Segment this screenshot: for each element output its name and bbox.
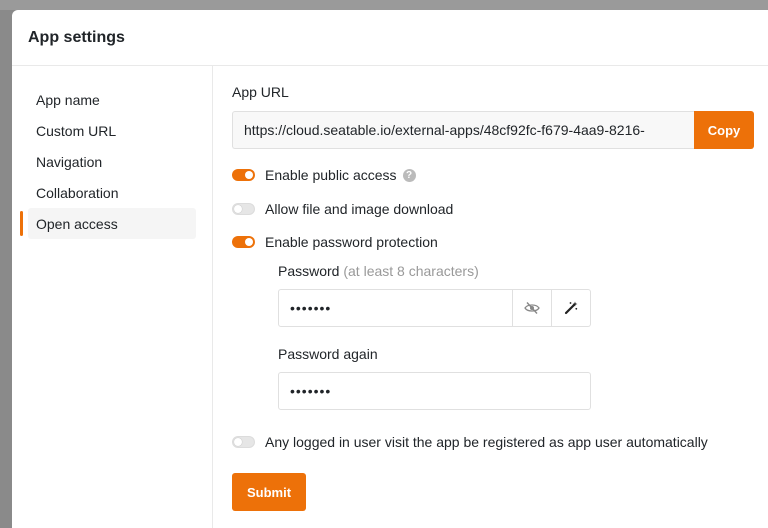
sidebar-item-open-access[interactable]: Open access — [20, 208, 196, 239]
password-protection-toggle[interactable] — [232, 236, 255, 248]
auto-register-label: Any logged in user visit the app be regi… — [265, 434, 708, 450]
submit-button[interactable]: Submit — [232, 473, 306, 511]
file-download-label: Allow file and image download — [265, 201, 454, 217]
password-protection-label: Enable password protection — [265, 234, 438, 250]
app-settings-dialog: App settings App name Custom URL Navigat… — [12, 10, 768, 528]
sidebar-item-app-name[interactable]: App name — [28, 84, 196, 115]
sidebar-item-label: Collaboration — [36, 184, 119, 201]
public-access-toggle[interactable] — [232, 169, 255, 181]
generate-password-button[interactable] — [552, 289, 591, 327]
open-access-panel: App URL Copy Enable public access ? Allo… — [213, 66, 768, 528]
copy-button[interactable]: Copy — [694, 111, 754, 149]
file-download-toggle[interactable] — [232, 203, 255, 215]
sidebar-item-label: Custom URL — [36, 122, 117, 139]
sidebar-item-custom-url[interactable]: Custom URL — [28, 115, 196, 146]
dialog-header: App settings — [12, 10, 768, 66]
sidebar-item-label: App name — [36, 91, 100, 108]
auto-register-row: Any logged in user visit the app be regi… — [232, 432, 768, 452]
sidebar-item-label: Open access — [36, 215, 118, 232]
app-url-field[interactable] — [232, 111, 694, 149]
password-label: Password (at least 8 characters) — [278, 263, 479, 279]
question-circle-icon[interactable]: ? — [402, 168, 416, 182]
password-input[interactable] — [278, 289, 513, 327]
password-again-label: Password again — [278, 346, 378, 362]
sidebar-item-collaboration[interactable]: Collaboration — [28, 177, 196, 208]
dialog-body: App name Custom URL Navigation Collabora… — [12, 66, 768, 528]
toggle-password-visibility-button[interactable] — [513, 289, 552, 327]
password-again-input[interactable] — [278, 372, 591, 410]
app-url-group: Copy — [232, 111, 754, 149]
password-hint: (at least 8 characters) — [343, 263, 479, 279]
sidebar-item-navigation[interactable]: Navigation — [28, 146, 196, 177]
password-input-group — [278, 289, 591, 327]
settings-sidebar: App name Custom URL Navigation Collabora… — [12, 66, 213, 528]
public-access-row: Enable public access ? — [232, 165, 768, 185]
public-access-label: Enable public access — [265, 167, 397, 183]
file-download-row: Allow file and image download — [232, 199, 768, 219]
magic-wand-icon — [564, 301, 578, 315]
password-protection-row: Enable password protection — [232, 232, 768, 252]
sidebar-item-label: Navigation — [36, 153, 103, 170]
app-url-label: App URL — [232, 84, 289, 100]
password-section: Password (at least 8 characters) •••••••… — [278, 263, 768, 410]
eye-slash-icon — [524, 302, 540, 314]
modal-backdrop — [0, 0, 768, 10]
dialog-title: App settings — [28, 28, 125, 46]
auto-register-toggle[interactable] — [232, 436, 255, 448]
